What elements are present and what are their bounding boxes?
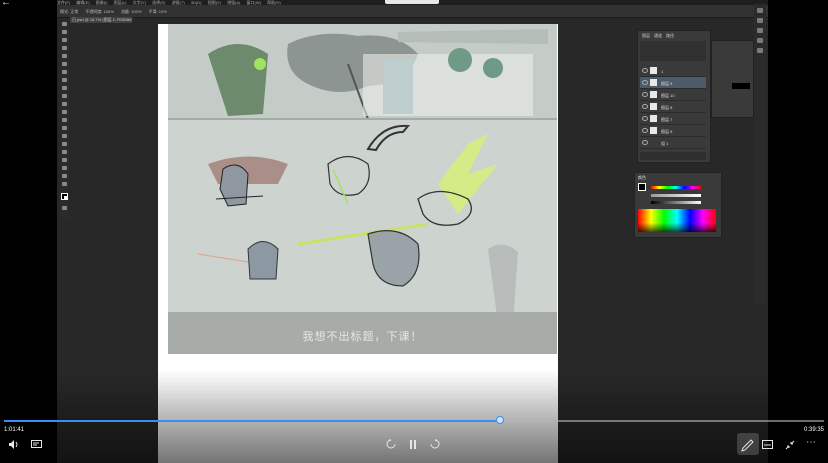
hue-slider[interactable] [651, 186, 701, 189]
smoothing-option[interactable]: 平滑: 10% [149, 9, 167, 15]
background-color-swatch[interactable] [64, 196, 68, 200]
properties-panel [711, 40, 754, 118]
tab-paths[interactable]: 路径 [666, 33, 674, 39]
gradient-tool-icon[interactable] [62, 110, 67, 114]
shape-tool-icon[interactable] [62, 158, 67, 162]
tools-panel [60, 18, 69, 218]
eyedropper-tool-icon[interactable] [62, 62, 67, 66]
more-tools-icon[interactable] [62, 182, 67, 186]
saturation-slider[interactable] [651, 194, 701, 197]
layer-name: 图层 8 [661, 105, 673, 110]
eye-icon[interactable] [642, 80, 648, 85]
blur-tool-icon[interactable] [62, 118, 67, 122]
move-tool-icon[interactable] [62, 22, 67, 26]
healing-tool-icon[interactable] [62, 70, 67, 74]
foreground-swatch[interactable] [638, 183, 646, 191]
history-brush-icon[interactable] [62, 94, 67, 98]
more-icon[interactable]: ⋯ [806, 438, 816, 448]
crop-tool-icon[interactable] [62, 54, 67, 58]
layer-row[interactable]: 图层 6 [640, 125, 706, 137]
exit-fullscreen-icon[interactable] [785, 440, 795, 450]
layer-row[interactable]: 图层 8 [640, 101, 706, 113]
brush-tool-icon[interactable] [62, 78, 67, 82]
danmaku-icon[interactable] [31, 440, 42, 449]
layer-row-selected[interactable]: 图层 5 [640, 77, 706, 89]
sketch-illustration [168, 24, 557, 325]
progress-played [4, 420, 500, 422]
layer-row[interactable]: 图层 10 [640, 89, 706, 101]
brightness-slider[interactable] [651, 201, 701, 204]
layer-row[interactable]: 图层 7 [640, 113, 706, 125]
elapsed-time: 1:01:41 [4, 427, 25, 433]
pen-tool-icon[interactable] [62, 134, 67, 138]
type-tool-icon[interactable] [62, 142, 67, 146]
top-button[interactable] [385, 0, 439, 4]
total-duration: 0:39:35 [804, 427, 825, 433]
eye-icon[interactable] [642, 128, 648, 133]
opacity-option[interactable]: 不透明度: 100% [85, 9, 113, 15]
artwork [168, 24, 557, 354]
eraser-tool-icon[interactable] [62, 102, 67, 106]
panel-dock [754, 4, 766, 304]
quick-mask-icon[interactable] [62, 206, 67, 210]
layer-name: 图层 7 [661, 117, 673, 122]
layers-panel: 图层 通道 路径 1 图层 5 图层 10 图层 8 图层 7 图层 6 组 1 [637, 30, 711, 163]
layer-name: 图层 5 [661, 81, 673, 86]
properties-panel-icon[interactable] [757, 18, 763, 23]
layer-thumbnail [650, 79, 657, 86]
color-spectrum[interactable] [638, 209, 716, 232]
draw-icon [741, 439, 754, 452]
layer-name: 1 [661, 69, 664, 74]
forward-icon[interactable] [430, 439, 440, 449]
eye-icon[interactable] [642, 68, 648, 73]
controls-shade [0, 370, 828, 463]
layer-name: 图层 10 [661, 93, 675, 98]
options-bar: 模式: 正常 不透明度: 100% 流量: 100% 平滑: 10% [57, 5, 768, 18]
dodge-tool-icon[interactable] [62, 126, 67, 130]
layers-footer-icons[interactable] [640, 152, 706, 160]
eye-icon[interactable] [642, 92, 648, 97]
brush-panel-icon[interactable] [757, 38, 763, 43]
eye-icon[interactable] [642, 116, 648, 121]
layer-thumbnail [650, 91, 657, 98]
tab-layers[interactable]: 图层 [642, 33, 650, 39]
color-panel-title: 颜色 [638, 175, 646, 180]
adjustments-panel-icon[interactable] [757, 28, 763, 33]
layer-filter-options[interactable] [640, 41, 706, 61]
layer-name: 图层 6 [661, 129, 673, 134]
hand-tool-icon[interactable] [62, 166, 67, 170]
flow-option[interactable]: 流量: 100% [121, 9, 141, 15]
document-tab[interactable]: 已.psd @ 16.7% (图层 1, RGB/8#) * [70, 17, 132, 23]
stamp-tool-icon[interactable] [62, 86, 67, 90]
layer-thumbnail [650, 115, 657, 122]
layer-thumbnail [650, 127, 657, 134]
history-panel-icon[interactable] [757, 8, 763, 13]
volume-icon[interactable] [9, 440, 20, 449]
eye-icon[interactable] [642, 104, 648, 109]
layer-name: 组 1 [661, 141, 669, 146]
canvas-caption: 我想不出标题，下课！ [302, 331, 423, 343]
layer-group-row[interactable]: 组 1 [640, 137, 706, 149]
quick-select-tool-icon[interactable] [62, 46, 67, 50]
zoom-tool-icon[interactable] [62, 174, 67, 178]
draw-button[interactable] [737, 433, 759, 455]
layer-row[interactable]: 1 [640, 65, 706, 77]
rewind-icon[interactable] [386, 439, 396, 449]
lasso-tool-icon[interactable] [62, 38, 67, 42]
swatches-panel-icon[interactable] [757, 48, 763, 53]
marquee-tool-icon[interactable] [62, 30, 67, 34]
path-select-icon[interactable] [62, 150, 67, 154]
subtitle-icon[interactable] [762, 440, 773, 449]
progress-handle[interactable] [496, 416, 504, 424]
layer-thumbnail [650, 103, 657, 110]
back-icon[interactable]: ← [1, 0, 11, 8]
tab-channels[interactable]: 通道 [654, 33, 662, 39]
pause-icon[interactable] [409, 440, 417, 449]
color-chip[interactable] [732, 83, 750, 89]
eye-icon[interactable] [642, 140, 648, 145]
layer-thumbnail [650, 67, 657, 74]
brush-mode-option[interactable]: 模式: 正常 [60, 9, 78, 15]
